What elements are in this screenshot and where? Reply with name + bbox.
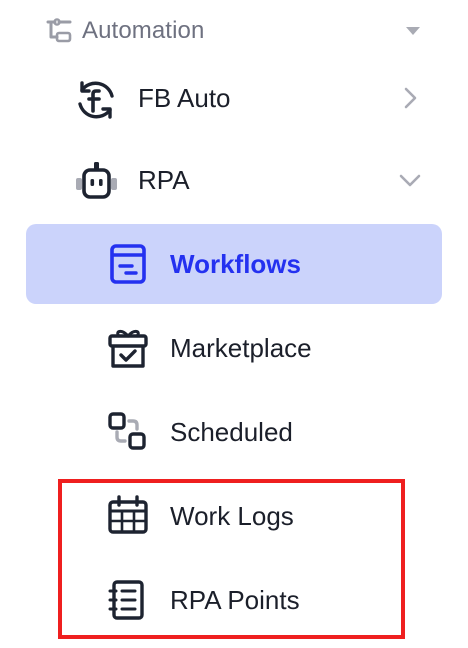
gift-box-icon: [106, 326, 152, 372]
nav-item-marketplace[interactable]: Marketplace: [26, 308, 442, 388]
nav-item-fb-auto[interactable]: FB Auto: [26, 58, 442, 138]
schedule-nodes-icon: [106, 410, 152, 456]
facebook-sync-icon: [74, 78, 118, 122]
points-notebook-icon: [106, 578, 152, 624]
nav-item-rpa-label: RPA: [138, 165, 190, 195]
caret-down-icon: [405, 25, 421, 37]
automation-section-label: Automation: [82, 17, 205, 44]
calendar-grid-icon: [106, 494, 152, 540]
automation-section-header[interactable]: Automation: [0, 0, 468, 62]
nav-item-rpa-points[interactable]: RPA Points: [26, 560, 442, 640]
nav-item-scheduled[interactable]: Scheduled: [26, 392, 442, 472]
nav-item-scheduled-label: Scheduled: [170, 417, 293, 447]
nav-item-marketplace-label: Marketplace: [170, 333, 312, 363]
nav-item-rpa[interactable]: RPA: [26, 140, 442, 220]
chevron-right-icon: [398, 86, 422, 110]
nav-item-work-logs-label: Work Logs: [170, 501, 294, 531]
workflow-card-icon: [106, 242, 152, 288]
nav-item-rpa-points-label: RPA Points: [170, 585, 300, 615]
chevron-down-icon: [398, 168, 422, 192]
nav-item-workflows[interactable]: Workflows: [26, 224, 442, 304]
robot-icon: [74, 160, 118, 204]
automation-icon: [45, 17, 73, 45]
nav-item-work-logs[interactable]: Work Logs: [26, 476, 442, 556]
nav-item-workflows-label: Workflows: [170, 249, 301, 279]
nav-item-fb-auto-label: FB Auto: [138, 83, 231, 113]
